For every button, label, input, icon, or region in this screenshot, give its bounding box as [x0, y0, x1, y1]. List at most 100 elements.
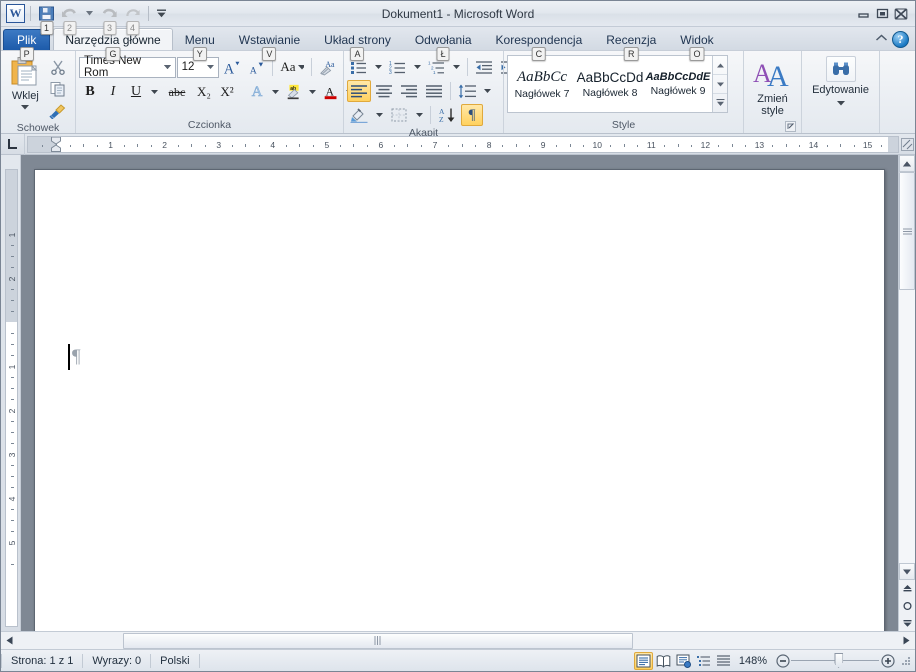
clear-formatting-button[interactable]: Aa: [316, 56, 340, 78]
font-color-button[interactable]: A: [320, 81, 342, 103]
scroll-left-button[interactable]: [1, 633, 18, 649]
borders-dropdown[interactable]: [413, 104, 426, 126]
tab-recenzja[interactable]: Recenzja R: [594, 29, 668, 61]
document-page[interactable]: ¶: [34, 169, 885, 631]
font-name-input[interactable]: Times New Rom: [79, 55, 176, 79]
h-scroll-track[interactable]: [18, 632, 898, 649]
view-outline-button[interactable]: [694, 652, 713, 670]
horizontal-scrollbar[interactable]: [1, 631, 915, 649]
restore-button[interactable]: [873, 5, 891, 23]
multilevel-dropdown[interactable]: [450, 56, 463, 78]
cut-button[interactable]: [47, 57, 69, 77]
document-canvas[interactable]: ¶: [21, 155, 898, 631]
zoom-level[interactable]: 148%: [734, 655, 774, 667]
style-item[interactable]: AaBbCcDdE Nagłówek 9: [644, 56, 712, 112]
dialog-launcher-icon[interactable]: [785, 121, 796, 132]
shading-dropdown[interactable]: [373, 104, 386, 126]
gallery-more-icon[interactable]: [713, 93, 727, 112]
horizontal-ruler[interactable]: 1 2 3 4 5 6 7 8 9 10 11 12 13 14 15: [27, 135, 899, 153]
change-case-button[interactable]: Aa: [277, 56, 307, 78]
close-button[interactable]: [892, 5, 910, 23]
borders-button[interactable]: [387, 104, 412, 126]
sort-button[interactable]: A Z: [435, 104, 460, 126]
scroll-thumb[interactable]: [899, 172, 915, 290]
view-draft-button[interactable]: [714, 652, 733, 670]
highlight-dropdown[interactable]: [306, 81, 319, 103]
text-effects-button[interactable]: A: [246, 81, 268, 103]
customize-qat-button[interactable]: [154, 4, 169, 24]
grow-font-button[interactable]: A: [220, 56, 244, 78]
zoom-slider[interactable]: [791, 653, 879, 668]
repeat-button[interactable]: 4: [122, 4, 143, 35]
align-center-button[interactable]: [372, 80, 396, 102]
caret-down-icon[interactable]: [713, 74, 727, 93]
copy-button[interactable]: [47, 79, 69, 99]
status-words[interactable]: Wyrazy: 0: [83, 652, 150, 669]
previous-page-button[interactable]: [899, 580, 915, 597]
editing-button[interactable]: Edytowanie: [805, 54, 876, 109]
align-right-button[interactable]: [397, 80, 421, 102]
paste-button[interactable]: Wklej: [4, 54, 47, 113]
scroll-track[interactable]: [899, 172, 915, 563]
status-language[interactable]: Polski: [151, 652, 198, 669]
undo-dropdown[interactable]: [82, 4, 97, 24]
underline-button[interactable]: U: [125, 81, 147, 103]
select-browse-object-button[interactable]: [899, 597, 915, 614]
scroll-up-button[interactable]: [899, 155, 915, 172]
italic-button[interactable]: I: [102, 81, 124, 103]
tab-widok[interactable]: Widok O: [668, 29, 725, 61]
bullets-dropdown[interactable]: [372, 56, 385, 78]
view-full-screen-reading-button[interactable]: [654, 652, 673, 670]
resize-grip-icon[interactable]: [899, 655, 911, 667]
vertical-scrollbar[interactable]: [898, 155, 915, 631]
line-spacing-button[interactable]: [455, 80, 480, 102]
show-formatting-marks-button[interactable]: ¶: [461, 104, 483, 126]
tab-korespondencja[interactable]: Korespondencja C: [484, 29, 595, 61]
word-logo-icon[interactable]: W: [6, 4, 25, 23]
align-left-button[interactable]: [347, 80, 371, 102]
scroll-right-button[interactable]: [898, 633, 915, 649]
shading-button[interactable]: [347, 104, 372, 126]
ruler-toggle-button[interactable]: [899, 137, 915, 151]
highlight-button[interactable]: ab: [283, 81, 305, 103]
vertical-ruler[interactable]: 2 1 1 2 3 4 5: [1, 155, 21, 631]
zoom-slider-thumb[interactable]: [834, 653, 844, 668]
h-scroll-thumb[interactable]: [123, 632, 633, 649]
underline-dropdown[interactable]: [148, 81, 161, 103]
style-item[interactable]: AaBbCcDd Nagłówek 8: [576, 56, 644, 112]
help-icon[interactable]: ?: [892, 31, 909, 48]
zoom-in-button[interactable]: [880, 653, 895, 668]
numbering-dropdown[interactable]: [411, 56, 424, 78]
line-spacing-dropdown[interactable]: [481, 80, 494, 102]
zoom-out-button[interactable]: [775, 653, 790, 668]
chevron-down-icon[interactable]: [21, 101, 30, 113]
tab-odwolania[interactable]: Odwołania Ł: [403, 29, 484, 61]
chevron-down-icon[interactable]: [161, 58, 175, 77]
tab-wstawianie[interactable]: Wstawianie V: [227, 29, 312, 61]
minimize-button[interactable]: [854, 5, 872, 23]
view-web-layout-button[interactable]: [674, 652, 693, 670]
first-line-indent-marker[interactable]: [51, 136, 61, 152]
save-button[interactable]: 1: [36, 4, 57, 35]
text-effects-dropdown[interactable]: [269, 81, 282, 103]
scroll-down-button[interactable]: [899, 563, 915, 580]
tab-selector-button[interactable]: [1, 133, 25, 155]
status-page[interactable]: Strona: 1 z 1: [2, 652, 82, 669]
tab-uklad-strony[interactable]: Układ strony A: [312, 29, 403, 61]
change-styles-button[interactable]: A A Zmień style: [747, 54, 798, 117]
format-painter-button[interactable]: [47, 101, 69, 121]
bold-button[interactable]: B: [79, 81, 101, 103]
caret-up-icon[interactable]: [713, 56, 727, 74]
chevron-down-icon[interactable]: [836, 97, 845, 109]
superscript-button[interactable]: X²: [216, 81, 238, 103]
undo-button[interactable]: 2: [59, 4, 80, 35]
subscript-button[interactable]: X₂: [193, 81, 215, 103]
tab-menu[interactable]: Menu Y: [173, 29, 227, 61]
decrease-indent-button[interactable]: [472, 56, 496, 78]
view-print-layout-button[interactable]: [633, 651, 653, 670]
strikethrough-button[interactable]: abc: [162, 81, 192, 103]
chevron-up-icon[interactable]: [875, 33, 888, 46]
numbering-button[interactable]: 123: [386, 56, 410, 78]
next-page-button[interactable]: [899, 614, 915, 631]
style-item[interactable]: AaBbCc Nagłówek 7: [508, 56, 576, 112]
